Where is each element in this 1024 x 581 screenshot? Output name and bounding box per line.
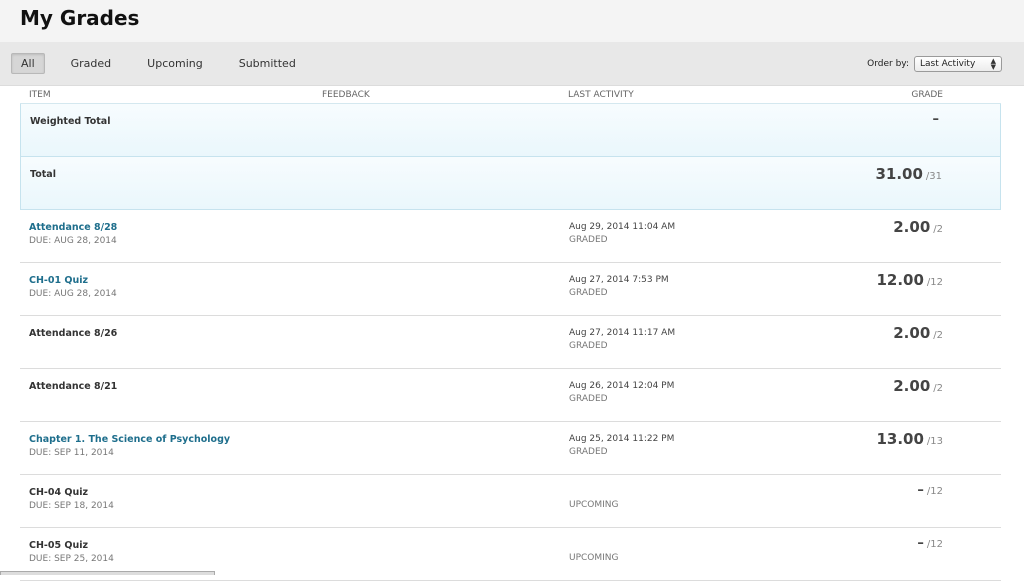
grade: 13.00 /13 [876,430,943,448]
activity-date: Aug 25, 2014 11:22 PM [569,434,674,444]
filter-tab-graded[interactable]: Graded [61,53,122,74]
grade-possible: /12 [927,539,943,550]
page-header: My Grades [0,0,1024,42]
filter-bar: All Graded Upcoming Submitted Order by: … [0,42,1024,86]
activity-date: Aug 27, 2014 11:17 AM [569,328,675,338]
summary-row-total: Total 31.00 /31 [20,157,1001,210]
grades-table: ITEM FEEDBACK LAST ACTIVITY GRADE Weight… [20,87,1001,581]
activity-status: UPCOMING [569,500,619,510]
grade-possible: /31 [926,171,942,182]
page-title: My Grades [20,6,1024,30]
activity-status: GRADED [569,235,608,245]
grade-score: – [917,483,924,498]
grade-possible: /2 [933,224,943,235]
activity-date: Aug 27, 2014 7:53 PM [569,275,669,285]
item-name: Weighted Total [30,116,110,127]
activity-status: UPCOMING [569,553,619,563]
grade-score: 31.00 [875,165,922,183]
grade: 12.00 /12 [876,271,943,289]
order-by-value: Last Activity [920,59,975,69]
grade-possible: /13 [927,436,943,447]
activity-status: GRADED [569,447,608,457]
item-due-date: DUE: SEP 11, 2014 [29,448,114,458]
grade-possible: /2 [933,383,943,394]
grade-row: Attendance 8/26 Aug 27, 2014 11:17 AM GR… [20,316,1001,369]
grade-row: CH-04 Quiz DUE: SEP 18, 2014 UPCOMING – … [20,475,1001,528]
item-link[interactable]: Chapter 1. The Science of Psychology [29,434,230,445]
item-due-date: DUE: SEP 18, 2014 [29,501,114,511]
activity-status: GRADED [569,288,608,298]
item-name: CH-04 Quiz [29,487,88,498]
grade-row: Attendance 8/21 Aug 26, 2014 12:04 PM GR… [20,369,1001,422]
item-due-date: DUE: SEP 25, 2014 [29,554,114,564]
activity-date: Aug 26, 2014 12:04 PM [569,381,674,391]
grade-score: 2.00 [893,218,930,236]
grade-score: – [933,112,940,127]
grade: 2.00 /2 [893,377,943,395]
order-by-control: Order by: Last Activity ▲▼ [867,56,1002,72]
activity-status: GRADED [569,341,608,351]
grade-possible: /12 [927,277,943,288]
grade: – /12 [917,483,943,498]
grade: 2.00 /2 [893,324,943,342]
column-headers: ITEM FEEDBACK LAST ACTIVITY GRADE [20,87,1001,104]
filter-tab-submitted[interactable]: Submitted [229,53,306,74]
grade: – /12 [917,536,943,551]
grade: 31.00 /31 [875,165,942,183]
order-by-select[interactable]: Last Activity ▲▼ [914,56,1002,72]
item-name: CH-05 Quiz [29,540,88,551]
grade-possible: /2 [933,330,943,341]
item-due-date: DUE: AUG 28, 2014 [29,236,117,246]
select-arrows-icon: ▲▼ [991,58,996,70]
grade-row: Chapter 1. The Science of Psychology DUE… [20,422,1001,475]
grade-possible: /12 [927,486,943,497]
grade-score: 2.00 [893,324,930,342]
grade: 2.00 /2 [893,218,943,236]
grade-score: 2.00 [893,377,930,395]
item-name: Total [30,169,56,180]
header-feedback: FEEDBACK [322,90,370,100]
header-grade: GRADE [911,90,943,100]
activity-status: GRADED [569,394,608,404]
browser-status-bar [0,571,215,575]
item-name: Attendance 8/21 [29,381,117,392]
grade-score: 12.00 [876,271,923,289]
grade-row: CH-01 Quiz DUE: AUG 28, 2014 Aug 27, 201… [20,263,1001,316]
filter-tab-upcoming[interactable]: Upcoming [137,53,213,74]
order-by-label: Order by: [867,59,909,69]
activity-date: Aug 29, 2014 11:04 AM [569,222,675,232]
item-link[interactable]: CH-01 Quiz [29,275,88,286]
item-due-date: DUE: AUG 28, 2014 [29,289,117,299]
grade-row: Attendance 8/28 DUE: AUG 28, 2014 Aug 29… [20,210,1001,263]
header-last-activity: LAST ACTIVITY [568,90,634,100]
filter-tab-all[interactable]: All [11,53,45,74]
summary-row-weighted-total: Weighted Total – [20,104,1001,157]
grade-score: 13.00 [876,430,923,448]
item-name: Attendance 8/26 [29,328,117,339]
grade: – [933,112,943,127]
header-item: ITEM [29,90,51,100]
item-link[interactable]: Attendance 8/28 [29,222,117,233]
grade-score: – [917,536,924,551]
